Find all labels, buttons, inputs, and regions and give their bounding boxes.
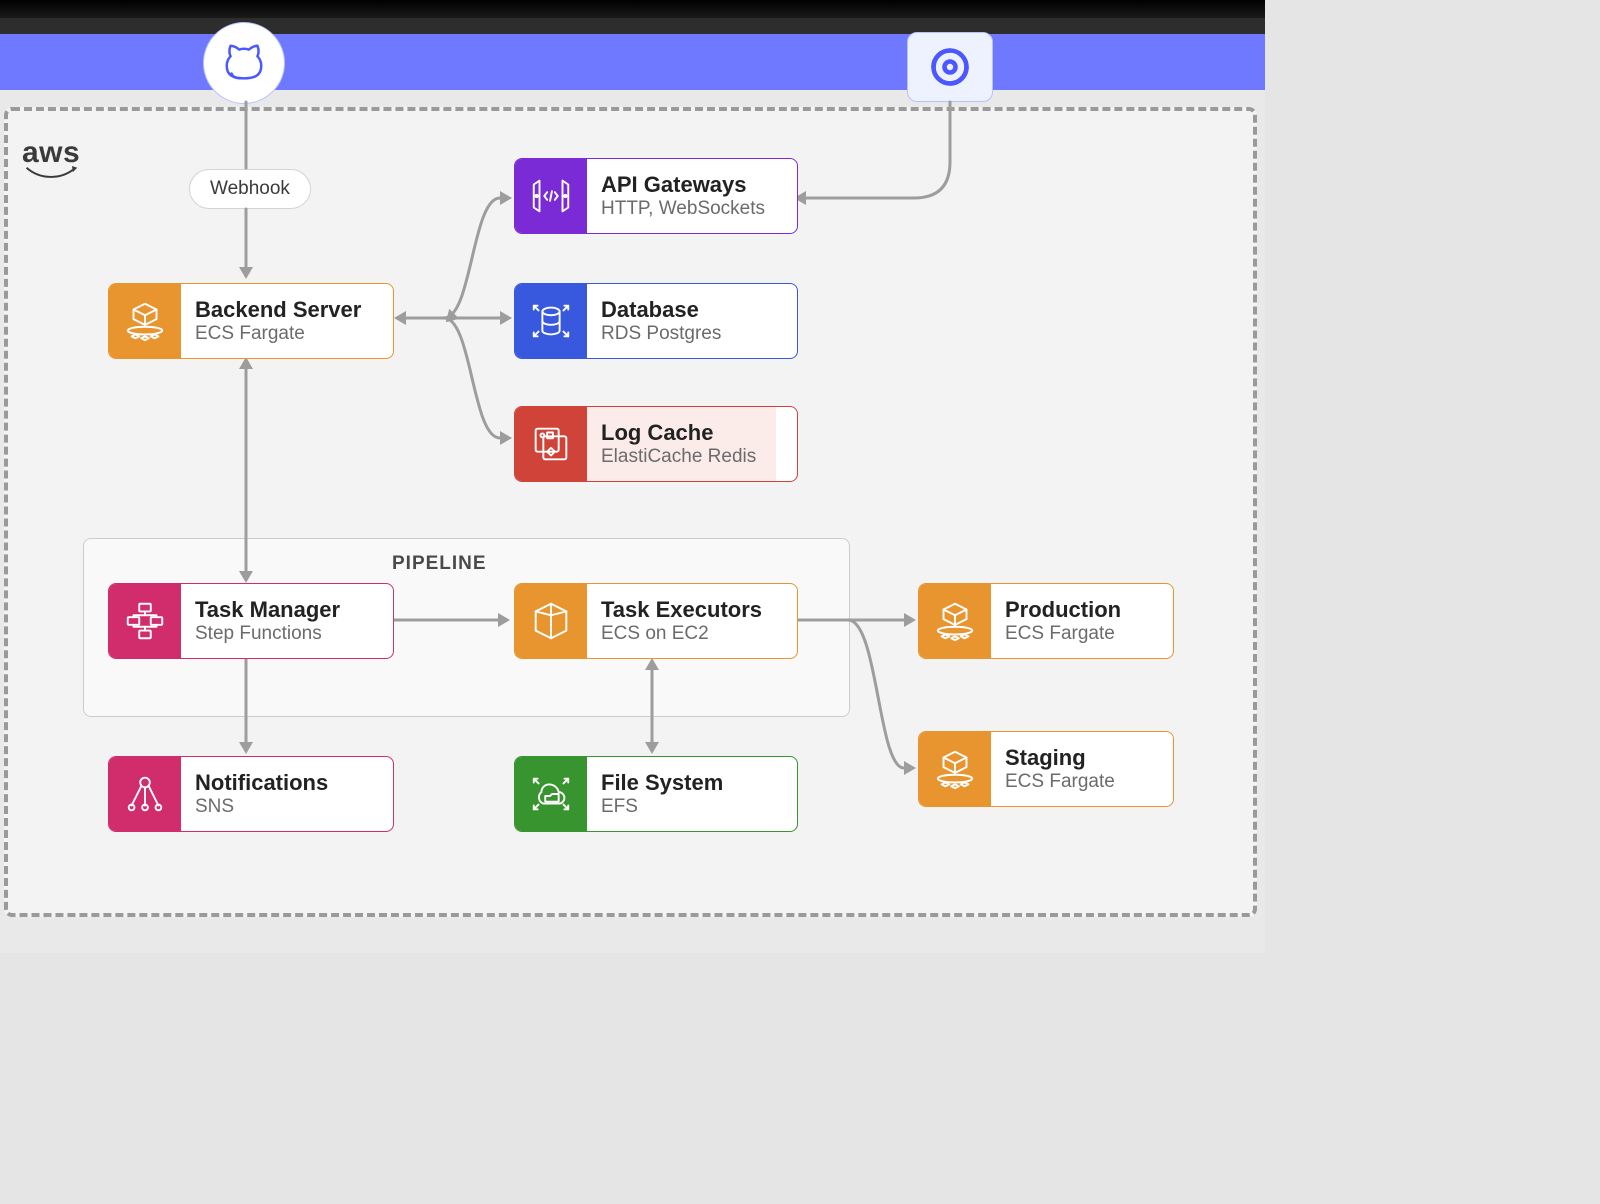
node-file-system: File SystemEFS <box>514 756 798 832</box>
node-sub: Step Functions <box>195 623 340 645</box>
node-sub: ECS Fargate <box>1005 623 1121 645</box>
sns-icon <box>109 757 181 831</box>
node-sub: ECS on EC2 <box>601 623 762 645</box>
node-title: Backend Server <box>195 297 361 323</box>
window-top-stripe-1 <box>0 0 1265 18</box>
spiral-icon <box>928 45 972 89</box>
node-production: ProductionECS Fargate <box>918 583 1174 659</box>
node-sub: ECS Fargate <box>1005 771 1115 793</box>
node-sub: ECS Fargate <box>195 323 361 345</box>
node-notifications: NotificationsSNS <box>108 756 394 832</box>
ecs-fargate-icon <box>919 732 991 806</box>
node-title: Production <box>1005 597 1121 623</box>
pipeline-title: PIPELINE <box>392 553 487 575</box>
source-repo-chip <box>203 22 285 104</box>
banner-bar <box>0 34 1265 90</box>
node-staging: StagingECS Fargate <box>918 731 1174 807</box>
node-sub: SNS <box>195 796 328 818</box>
node-sub: RDS Postgres <box>601 323 721 345</box>
node-sub: ElastiCache Redis <box>601 446 756 468</box>
node-database: DatabaseRDS Postgres <box>514 283 798 359</box>
diagram-stage: aws Webhook PIPELINE Backend ServerECS F… <box>0 0 1265 953</box>
node-task-executors: Task ExecutorsECS on EC2 <box>514 583 798 659</box>
window-top-stripe-2 <box>0 18 1265 34</box>
efs-icon <box>515 757 587 831</box>
step-functions-icon <box>109 584 181 658</box>
aws-logo-text: aws <box>22 136 80 169</box>
ecs-fargate-icon <box>919 584 991 658</box>
webhook-label: Webhook <box>210 178 290 199</box>
aws-logo: aws <box>22 136 80 180</box>
api-gateway-icon <box>515 159 587 233</box>
node-log-cache: Log CacheElastiCache Redis <box>514 406 798 482</box>
node-title: Notifications <box>195 770 328 796</box>
node-backend-server: Backend ServerECS Fargate <box>108 283 394 359</box>
node-title: Database <box>601 297 721 323</box>
node-title: Task Manager <box>195 597 340 623</box>
node-api-gateways: API GatewaysHTTP, WebSockets <box>514 158 798 234</box>
ecs-fargate-icon <box>109 284 181 358</box>
elasticache-icon <box>515 407 587 481</box>
node-title: Task Executors <box>601 597 762 623</box>
control-chip <box>907 32 993 102</box>
node-title: API Gateways <box>601 172 765 198</box>
ecs-ec2-icon <box>515 584 587 658</box>
node-title: Log Cache <box>601 420 756 446</box>
node-title: File System <box>601 770 723 796</box>
node-sub: HTTP, WebSockets <box>601 198 765 220</box>
node-sub: EFS <box>601 796 723 818</box>
cat-icon <box>221 40 267 86</box>
node-title: Staging <box>1005 745 1115 771</box>
rds-icon <box>515 284 587 358</box>
node-task-manager: Task ManagerStep Functions <box>108 583 394 659</box>
webhook-tag: Webhook <box>189 169 311 209</box>
